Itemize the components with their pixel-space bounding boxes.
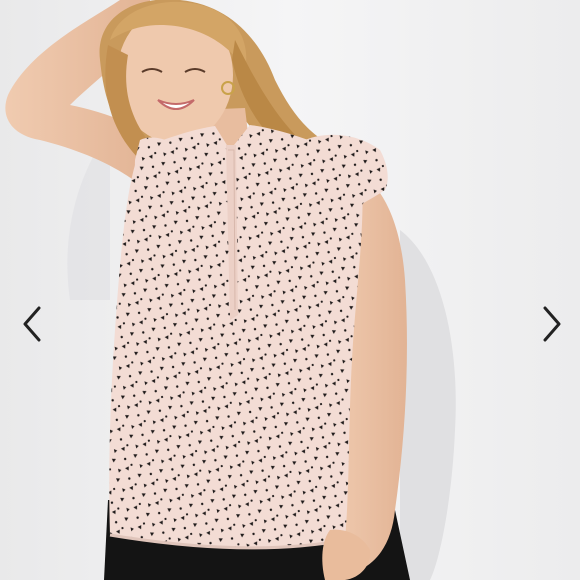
next-image-button[interactable] [532,300,572,348]
product-image-viewer [0,0,580,580]
chevron-right-icon [543,306,561,342]
previous-image-button[interactable] [12,300,52,348]
chevron-left-icon [23,306,41,342]
product-photo [0,0,580,580]
